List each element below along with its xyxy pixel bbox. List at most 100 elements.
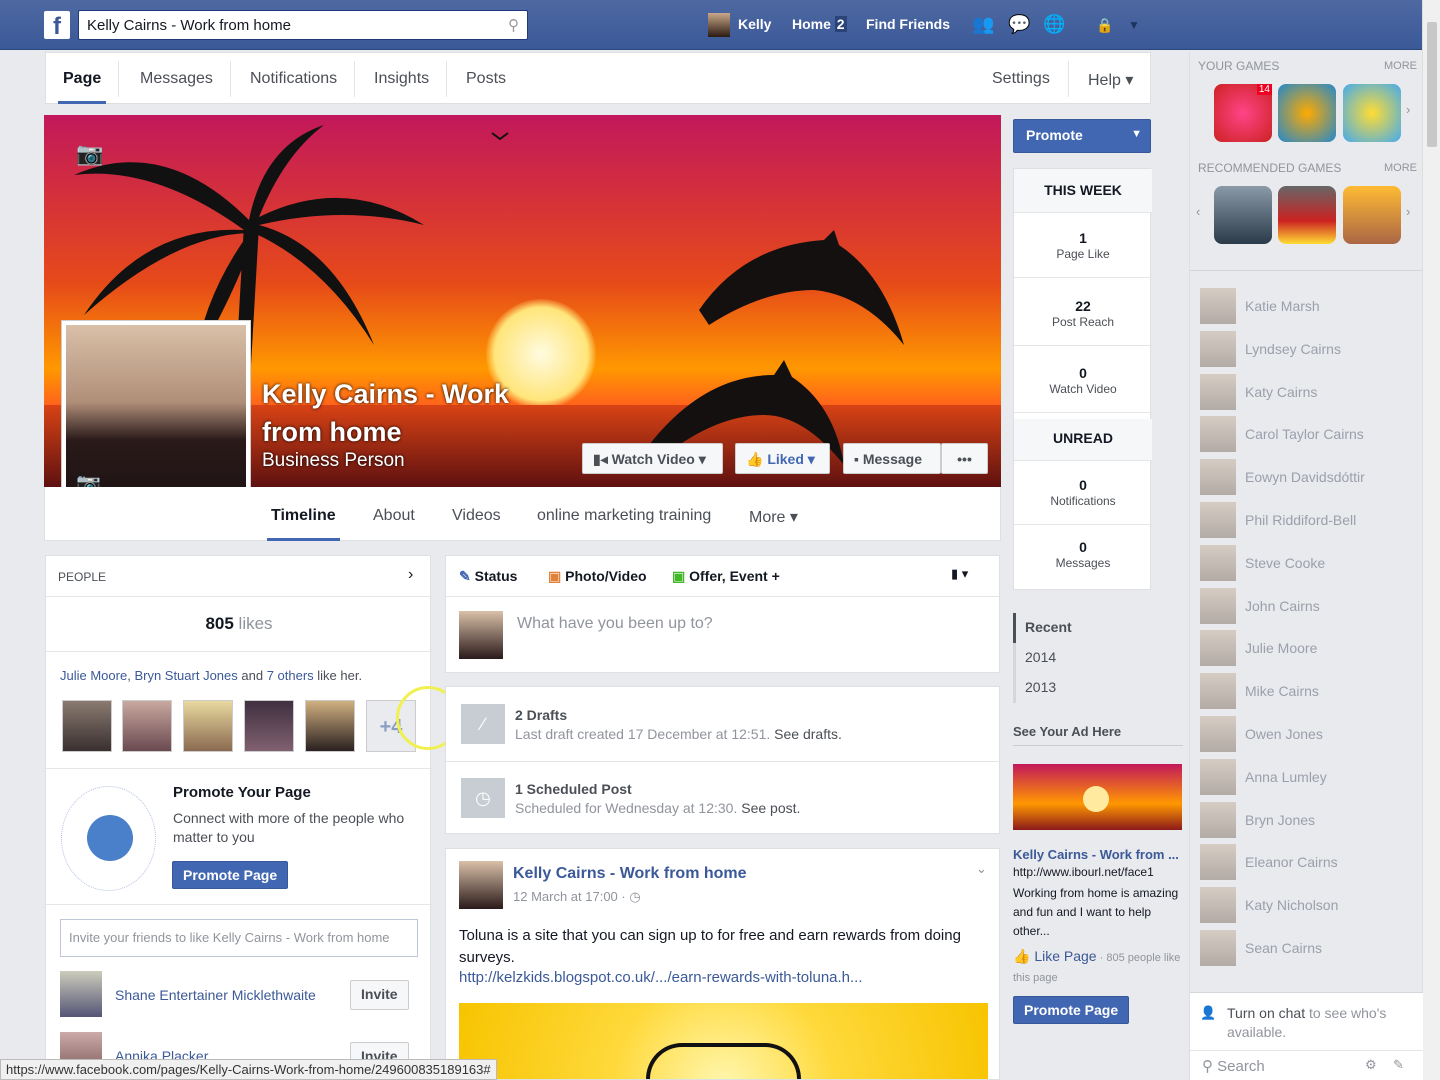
new-message-icon[interactable]: ✎ <box>1393 1057 1404 1073</box>
notifications-globe-icon[interactable]: 🌐 <box>1043 14 1065 35</box>
chevron-left-icon[interactable]: ‹ <box>1196 204 1200 219</box>
chat-friend[interactable]: Lyndsey Cairns <box>1200 330 1410 369</box>
nav-page[interactable]: Page <box>63 70 101 88</box>
liked-button[interactable]: 👍 Liked ▾ <box>735 443 830 474</box>
likes-count[interactable]: 805 likes <box>46 614 432 634</box>
game-icon[interactable] <box>1278 84 1336 142</box>
tab-online-marketing-training[interactable]: online marketing training <box>537 507 711 525</box>
nav-posts[interactable]: Posts <box>466 70 506 88</box>
scrollbar-thumb[interactable] <box>1427 22 1437 147</box>
friend-link[interactable]: Bryn Stuart Jones <box>134 668 237 683</box>
nav-insights[interactable]: Insights <box>374 70 429 88</box>
post-timestamp[interactable]: 12 March at 17:00 · ◷ <box>513 889 641 905</box>
friend-thumbnail[interactable] <box>244 700 294 752</box>
scrollbar[interactable] <box>1422 0 1440 1080</box>
invite-button[interactable]: Invite <box>350 980 409 1010</box>
your-games-more-link[interactable]: MORE <box>1384 60 1417 72</box>
post-author-link[interactable]: Kelly Cairns - Work from home <box>513 865 747 883</box>
ad-image[interactable] <box>1013 764 1182 830</box>
recommended-games-more-link[interactable]: MORE <box>1384 162 1417 174</box>
ad-title[interactable]: Kelly Cairns - Work from ... <box>1013 847 1179 862</box>
chat-friend[interactable]: Mike Cairns <box>1200 673 1410 711</box>
friend-thumbnail[interactable] <box>183 700 233 752</box>
game-icon[interactable] <box>1343 84 1401 142</box>
chevron-right-icon[interactable]: › <box>1406 204 1410 219</box>
search-input[interactable]: Kelly Cairns - Work from home ⚲ <box>78 10 528 40</box>
chat-settings-gear-icon[interactable]: ⚙ <box>1365 1057 1377 1073</box>
post-author-avatar[interactable] <box>459 861 503 909</box>
chat-friend[interactable]: Katy Nicholson <box>1200 887 1410 925</box>
chat-friend[interactable]: Katy Cairns <box>1200 373 1410 412</box>
chevron-right-icon[interactable]: › <box>408 566 413 584</box>
chat-friend[interactable]: Phil Riddiford-Bell <box>1200 502 1410 540</box>
change-cover-camera-icon[interactable]: 📷 <box>76 141 103 167</box>
offer-event-tab[interactable]: ▣ Offer, Event + <box>672 568 780 585</box>
stat-post-reach[interactable]: 22 Post Reach <box>1014 292 1152 346</box>
invite-friend-name[interactable]: Shane Entertainer Micklethwaite <box>115 987 316 1003</box>
profile-link[interactable]: Kelly <box>738 16 771 32</box>
stat-watch-video[interactable]: 0 Watch Video <box>1014 359 1152 413</box>
post-link[interactable]: http://kelzkids.blogspot.co.uk/.../earn-… <box>459 969 863 986</box>
promote-button[interactable]: Promote ▼ <box>1013 119 1151 153</box>
friend-link[interactable]: Julie Moore <box>60 668 127 683</box>
privacy-shortcuts-icon[interactable]: 🔒 <box>1096 17 1113 34</box>
promote-page-button[interactable]: Promote Page <box>172 861 289 889</box>
facebook-logo[interactable]: f <box>44 11 70 40</box>
friend-requests-icon[interactable]: 👥 <box>972 14 994 35</box>
timeline-2013[interactable]: 2013 <box>1025 679 1056 695</box>
nav-settings[interactable]: Settings <box>992 70 1050 88</box>
friend-avatar[interactable] <box>60 971 102 1017</box>
chat-friend[interactable]: Eowyn Davidsdóttir <box>1200 459 1410 497</box>
chat-friend[interactable]: Sean Cairns <box>1200 930 1410 968</box>
nav-messages[interactable]: Messages <box>140 70 213 88</box>
search-icon[interactable]: ⚲ <box>508 16 519 34</box>
stat-notifications[interactable]: 0 Notifications <box>1014 471 1152 525</box>
chat-friend[interactable]: Steve Cooke <box>1200 544 1410 583</box>
post-options-chevron-icon[interactable]: ⌄ <box>976 861 987 877</box>
turn-on-chat-link[interactable]: Turn on chat <box>1227 1005 1305 1021</box>
photo-video-tab[interactable]: ▣ Photo/Video <box>548 568 647 585</box>
user-avatar[interactable] <box>708 13 730 37</box>
timeline-recent[interactable]: Recent <box>1025 619 1072 635</box>
post-as-selector[interactable]: ▮ ▾ <box>951 566 968 582</box>
chat-friend[interactable]: Katie Marsh <box>1200 288 1410 326</box>
nav-notifications[interactable]: Notifications <box>250 70 337 88</box>
more-options-button[interactable]: ••• <box>941 443 988 474</box>
game-icon[interactable] <box>1343 186 1401 244</box>
timeline-2014[interactable]: 2014 <box>1025 649 1056 665</box>
find-friends-link[interactable]: Find Friends <box>866 16 950 32</box>
chat-friend[interactable]: John Cairns <box>1200 587 1410 626</box>
tab-more[interactable]: More ▾ <box>749 507 798 527</box>
invite-friends-input[interactable]: Invite your friends to like Kelly Cairns… <box>60 919 418 957</box>
status-tab[interactable]: ✎ Status <box>459 568 517 585</box>
chat-friend[interactable]: Eleanor Cairns <box>1200 844 1410 882</box>
stat-page-likes[interactable]: 1 Page Like <box>1014 224 1152 278</box>
ad-promote-page-button[interactable]: Promote Page <box>1013 996 1130 1024</box>
game-icon[interactable] <box>1214 186 1272 244</box>
watch-video-button[interactable]: ▮◂ Watch Video ▾ <box>582 443 723 474</box>
friend-thumbnail[interactable] <box>62 700 112 752</box>
like-page-link[interactable]: 👍 Like Page <box>1013 948 1097 964</box>
tab-videos[interactable]: Videos <box>452 507 501 525</box>
chat-friend[interactable]: Bryn Jones <box>1200 801 1410 840</box>
tab-timeline[interactable]: Timeline <box>271 507 336 525</box>
tab-about[interactable]: About <box>373 507 415 525</box>
chat-friend[interactable]: Julie Moore <box>1200 630 1410 668</box>
chevron-right-icon[interactable]: › <box>1406 102 1410 117</box>
stat-messages[interactable]: 0 Messages <box>1014 533 1152 587</box>
nav-help[interactable]: Help ▾ <box>1088 70 1133 90</box>
messages-icon[interactable]: 💬 <box>1008 14 1030 35</box>
chat-friend[interactable]: Anna Lumley <box>1200 758 1410 797</box>
friend-thumbnail[interactable] <box>122 700 172 752</box>
message-button[interactable]: ▪ Message <box>843 443 941 474</box>
chat-friend[interactable]: Owen Jones <box>1200 716 1410 754</box>
chat-friend[interactable]: Carol Taylor Cairns <box>1200 416 1410 454</box>
see-post-link[interactable]: See post. <box>741 800 800 816</box>
account-menu-chevron-icon[interactable]: ▼ <box>1128 18 1140 32</box>
home-link[interactable]: Home 2 <box>792 16 847 32</box>
game-icon[interactable] <box>1278 186 1336 244</box>
post-link-image[interactable] <box>459 1003 988 1079</box>
see-drafts-link[interactable]: See drafts. <box>774 726 842 742</box>
friend-thumbnail[interactable] <box>305 700 355 752</box>
chat-search[interactable]: ⚲ Search <box>1202 1057 1265 1075</box>
